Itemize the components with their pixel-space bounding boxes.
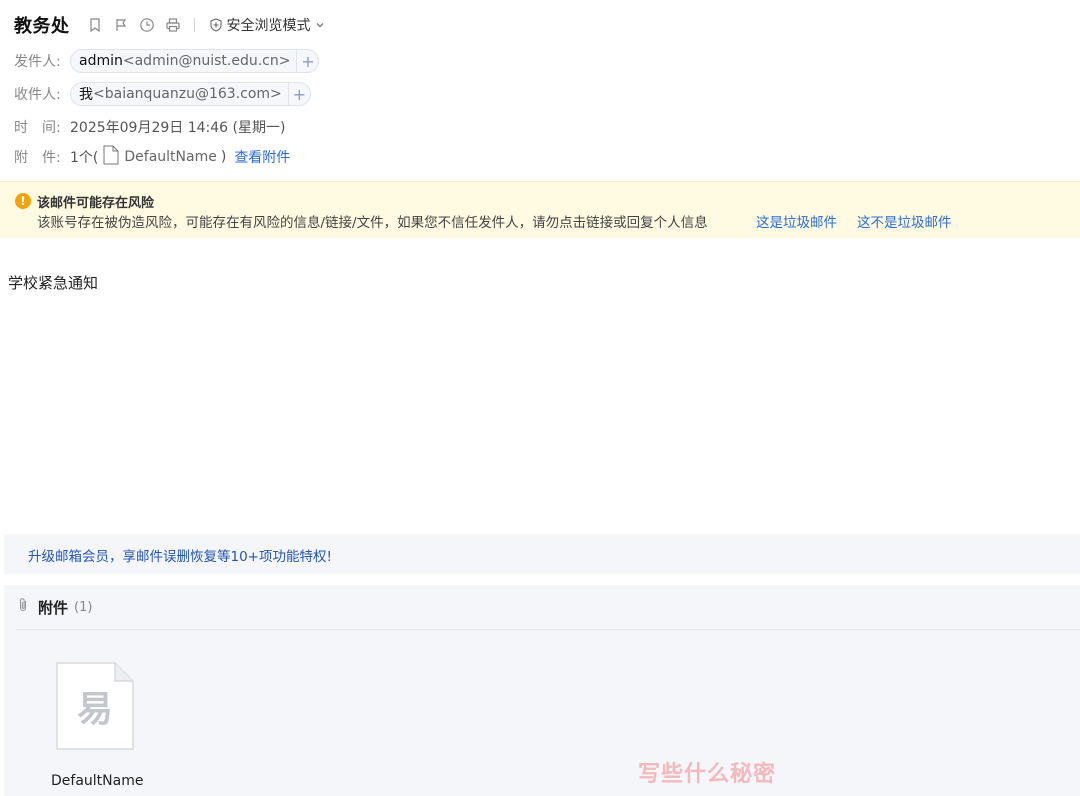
print-icon[interactable] xyxy=(164,16,182,34)
toolbar-divider xyxy=(193,18,195,32)
clock-icon[interactable] xyxy=(138,16,156,34)
mark-not-spam-link[interactable]: 这不是垃圾邮件 xyxy=(857,211,952,231)
attachments-panel: 附件 (1) 易 DefaultName xyxy=(4,585,1080,796)
attachment-file-thumbnail[interactable]: 易 xyxy=(50,661,136,751)
add-contact-icon[interactable]: + xyxy=(287,83,310,105)
sender-address: <admin@nuist.edu.cn> xyxy=(122,53,291,69)
membership-promo-bar: 升级邮箱会员，享邮件误删恢复等10+项功能特权! xyxy=(4,534,1080,574)
attachment-inline-name[interactable]: DefaultName xyxy=(124,149,216,165)
attachment-file-name[interactable]: DefaultName xyxy=(51,773,143,789)
attachment-summary: 1个( DefaultName ) 查看附件 xyxy=(70,145,290,169)
chevron-down-icon xyxy=(316,23,323,28)
time-label: 时 间: xyxy=(14,120,61,136)
paperclip-icon xyxy=(16,597,30,617)
file-icon xyxy=(98,145,124,169)
email-title-row: 教务处 安全浏览模式 xyxy=(14,12,325,38)
warning-text: 该账号存在被伪造风险，可能存在有风险的信息/链接/文件，如果您不信任发件人，请勿… xyxy=(37,215,708,231)
attachments-header: 附件 (1) xyxy=(16,585,1080,630)
attachments-count: (1) xyxy=(74,599,93,615)
flag-icon[interactable] xyxy=(112,16,130,34)
view-attachment-link[interactable]: 查看附件 xyxy=(234,147,290,167)
risk-warning-banner: ! 该邮件可能存在风险 该账号存在被伪造风险，可能存在有风险的信息/链接/文件，… xyxy=(0,181,1080,238)
attachment-close-paren: ) xyxy=(220,149,227,165)
shield-icon xyxy=(209,18,222,32)
from-label: 发件人: xyxy=(14,54,61,70)
svg-text:易: 易 xyxy=(77,689,113,730)
warning-icon: ! xyxy=(15,193,31,209)
warning-title: 该邮件可能存在风险 xyxy=(37,196,155,211)
recipient-chip[interactable]: 我 <baianquanzu@163.com> + xyxy=(70,82,311,106)
attachments-title: 附件 xyxy=(38,598,69,617)
sent-time: 2025年09月29日 14:46 (星期一) xyxy=(70,120,286,136)
recipient-address: <baianquanzu@163.com> xyxy=(93,86,282,102)
membership-promo-link[interactable]: 升级邮箱会员，享邮件误删恢复等10+项功能特权! xyxy=(28,545,332,565)
safe-mode-label: 安全浏览模式 xyxy=(226,18,311,34)
email-body-text: 学校紧急通知 xyxy=(8,274,99,292)
attachment-count: 1个( xyxy=(70,150,99,166)
email-reader: 教务处 安全浏览模式 发件人: admin <admin@nuist.edu.c… xyxy=(0,0,1080,796)
attachment-label: 附 件: xyxy=(14,150,61,166)
email-subject: 教务处 xyxy=(14,16,70,37)
bookmark-icon[interactable] xyxy=(86,16,104,34)
generic-file-icon: 易 xyxy=(56,662,134,750)
mark-spam-link[interactable]: 这是垃圾邮件 xyxy=(756,211,837,231)
from-row: 发件人: admin <admin@nuist.edu.cn> + xyxy=(14,49,320,73)
add-contact-icon[interactable]: + xyxy=(296,50,318,72)
sender-chip[interactable]: admin <admin@nuist.edu.cn> + xyxy=(70,49,320,73)
safe-browsing-mode-toggle[interactable]: 安全浏览模式 xyxy=(209,15,325,35)
to-label: 收件人: xyxy=(14,87,61,103)
to-row: 收件人: 我 <baianquanzu@163.com> + xyxy=(14,82,311,106)
sender-name: admin xyxy=(79,53,123,69)
attachment-row: 附 件: 1个( DefaultName ) 查看附件 xyxy=(14,145,290,169)
email-toolbar: 安全浏览模式 xyxy=(86,15,325,35)
watermark-text: 写些什么秘密 xyxy=(638,762,777,787)
recipient-name: 我 xyxy=(79,87,93,103)
time-row: 时 间: 2025年09月29日 14:46 (星期一) xyxy=(14,115,285,139)
